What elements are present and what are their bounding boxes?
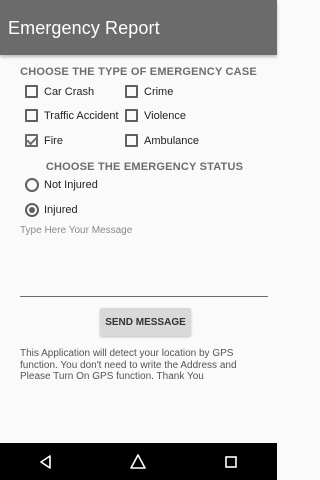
checkbox-traffic-accident[interactable]: Traffic Accident [25, 109, 119, 122]
send-message-button[interactable]: SEND MESSAGE [100, 308, 191, 336]
app-bar: Emergency Report [0, 0, 277, 55]
info-text: This Application will detect your locati… [20, 348, 237, 382]
checkbox-box[interactable] [25, 109, 38, 122]
checkbox-fire[interactable]: Fire [25, 134, 63, 147]
case-section-title: CHOOSE THE TYPE OF EMERGENCY CASE [20, 66, 257, 78]
navigation-bar [0, 443, 277, 480]
checkbox-ambulance[interactable]: Ambulance [125, 134, 199, 147]
status-section-title: CHOOSE THE EMERGENCY STATUS [45, 161, 244, 173]
checkbox-car-crash[interactable]: Car Crash [25, 85, 94, 98]
radio-not-injured[interactable]: Not Injured [25, 178, 98, 192]
checkbox-label: Violence [144, 109, 186, 122]
radio-label: Not Injured [44, 179, 98, 191]
checkbox-box-checked[interactable] [25, 134, 38, 147]
radio-injured[interactable]: Injured [25, 203, 78, 217]
checkbox-label: Car Crash [44, 85, 95, 98]
recents-icon[interactable] [211, 450, 251, 474]
radio-label: Injured [44, 204, 78, 216]
checkbox-label: Ambulance [144, 134, 200, 147]
checkbox-box[interactable] [125, 134, 138, 147]
checkbox-box[interactable] [25, 85, 38, 98]
checkbox-violence[interactable]: Violence [125, 109, 186, 122]
back-icon[interactable] [26, 450, 66, 474]
radio-button[interactable] [25, 178, 39, 192]
checkbox-label: Traffic Accident [44, 109, 119, 122]
home-icon[interactable] [118, 450, 158, 474]
message-input[interactable]: Type Here Your Message [20, 224, 268, 297]
checkbox-box[interactable] [125, 85, 138, 98]
checkbox-crime[interactable]: Crime [125, 85, 173, 98]
checkbox-label: Crime [144, 85, 174, 98]
checkbox-box[interactable] [125, 109, 138, 122]
checkbox-label: Fire [44, 134, 63, 147]
app-title: Emergency Report [8, 18, 160, 38]
radio-button-selected[interactable] [25, 203, 39, 217]
message-placeholder: Type Here Your Message [20, 225, 133, 236]
